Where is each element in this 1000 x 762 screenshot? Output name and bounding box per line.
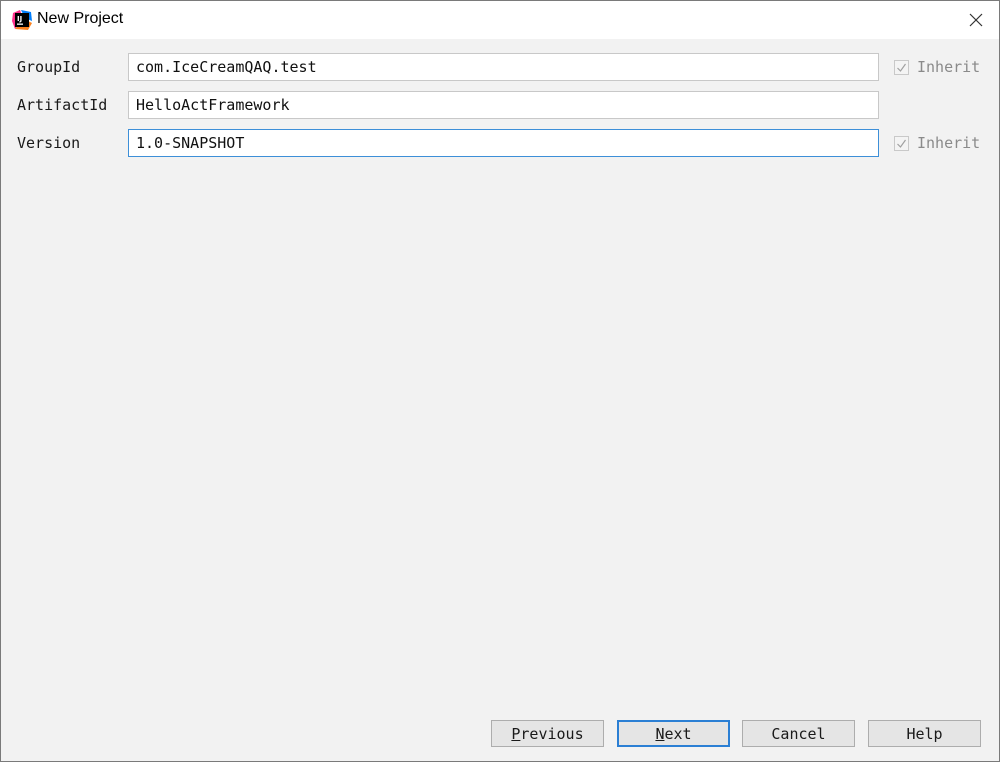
artifactid-input[interactable]	[128, 91, 879, 119]
checkbox-box[interactable]	[894, 59, 909, 75]
mnemonic: P	[511, 724, 521, 743]
title-bar: IJ New Project	[1, 1, 999, 39]
window-title: New Project	[37, 10, 124, 27]
version-label: Version	[17, 134, 81, 152]
svg-text:IJ: IJ	[17, 15, 22, 23]
inherit-label: Inherit	[917, 134, 981, 152]
version-input[interactable]	[128, 129, 879, 157]
mnemonic: N	[655, 724, 665, 743]
previous-button[interactable]: Previous	[491, 720, 604, 747]
version-row: Version Inherit	[1, 129, 999, 157]
groupid-row: GroupId Inherit	[1, 53, 999, 81]
checkbox-box[interactable]	[894, 135, 909, 151]
groupid-inherit-checkbox[interactable]: Inherit	[894, 57, 980, 77]
help-button[interactable]: Help	[868, 720, 981, 747]
new-project-dialog: IJ New Project GroupId Inherit ArtifactI…	[0, 0, 1000, 762]
button-label: ext	[664, 724, 692, 743]
artifactid-label: ArtifactId	[17, 96, 108, 114]
checkmark-icon	[897, 63, 906, 72]
close-icon	[969, 13, 983, 27]
next-button[interactable]: Next	[617, 720, 730, 747]
cancel-button[interactable]: Cancel	[742, 720, 855, 747]
artifactid-row: ArtifactId	[1, 91, 999, 119]
button-label: revious	[520, 724, 584, 743]
groupid-input[interactable]	[128, 53, 879, 81]
version-inherit-checkbox[interactable]: Inherit	[894, 133, 980, 153]
groupid-label: GroupId	[17, 58, 81, 76]
checkmark-icon	[897, 139, 906, 148]
inherit-label: Inherit	[917, 58, 981, 76]
intellij-idea-icon: IJ	[12, 10, 32, 30]
close-button[interactable]	[953, 1, 999, 39]
